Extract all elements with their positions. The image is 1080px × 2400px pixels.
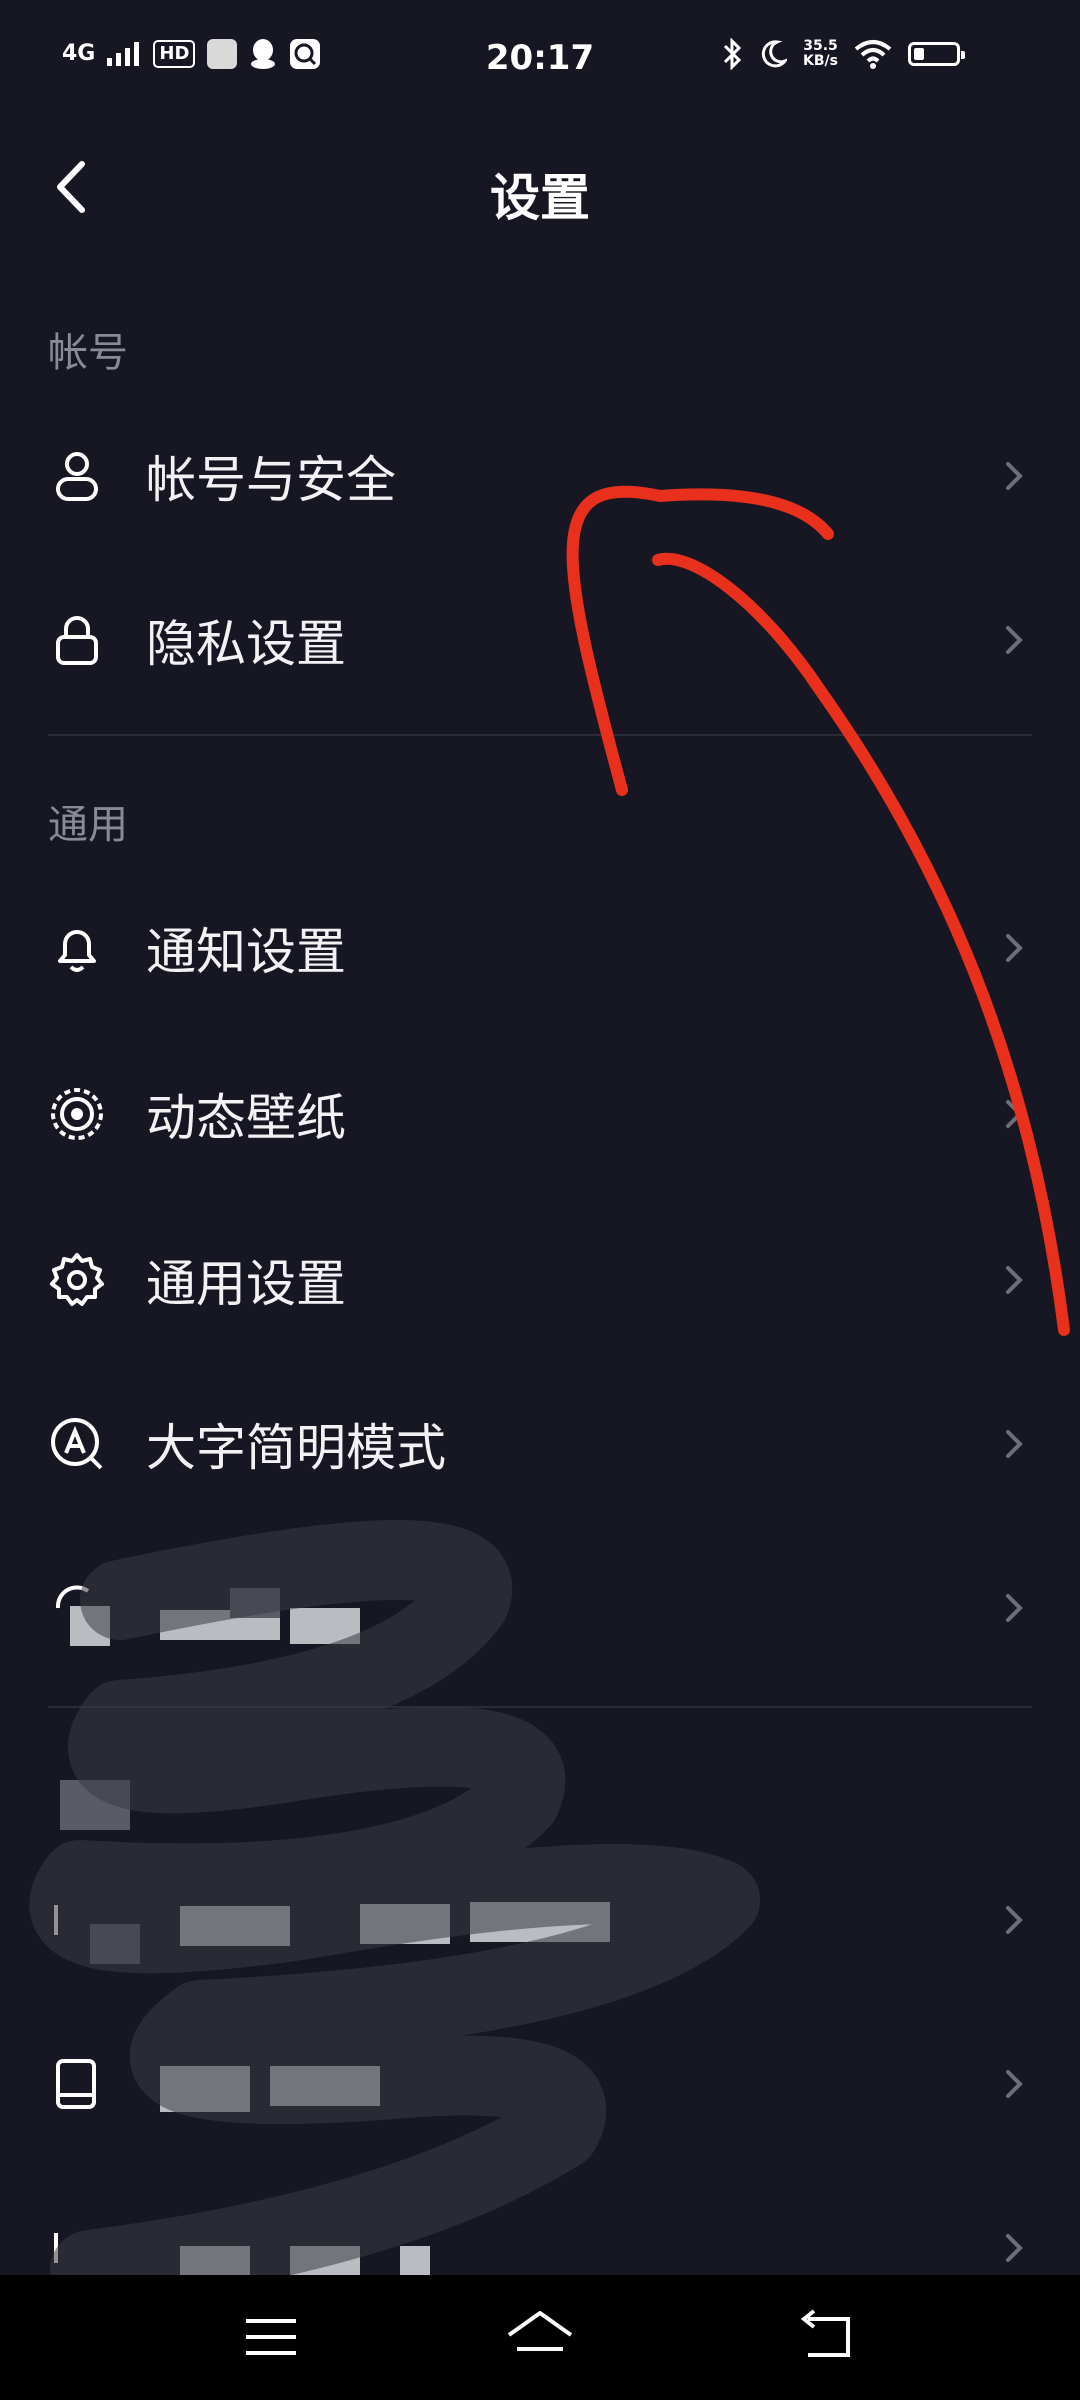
settings-item-label: 通用设置 bbox=[146, 1255, 346, 1313]
settings-item-label: 帐号与安全 bbox=[146, 451, 396, 509]
chevron-right-icon bbox=[1006, 2070, 1023, 2098]
bell-icon bbox=[58, 930, 96, 972]
settings-item-general[interactable]: 通用设置 bbox=[0, 1200, 1080, 1360]
settings-item-live-wallpaper[interactable]: 动态壁纸 bbox=[0, 1034, 1080, 1194]
chevron-right-icon bbox=[1006, 1430, 1023, 1458]
chevron-right-icon bbox=[1006, 462, 1023, 490]
pixelation-block bbox=[400, 2246, 430, 2276]
pixelation-block bbox=[90, 1924, 140, 1964]
chevron-right-icon bbox=[1006, 934, 1023, 962]
chevron-right-icon bbox=[1006, 1594, 1023, 1622]
settings-item-redacted[interactable] bbox=[0, 2004, 1080, 2164]
large-font-icon bbox=[51, 1418, 103, 1470]
chevron-right-icon bbox=[1006, 1100, 1023, 1128]
chevron-right-icon bbox=[1006, 1266, 1023, 1294]
home-button[interactable] bbox=[505, 2305, 575, 2370]
network-speed: 35.5 KB/s bbox=[803, 38, 838, 69]
redacted-icon bbox=[54, 2233, 58, 2263]
settings-item-redacted[interactable] bbox=[0, 1840, 1080, 2000]
back-nav-button[interactable] bbox=[790, 2305, 860, 2370]
section-label-general: 通用 bbox=[48, 802, 128, 848]
battery-level bbox=[914, 48, 924, 60]
wallpaper-icon bbox=[51, 1088, 103, 1140]
pixelation-block bbox=[70, 1606, 110, 1646]
settings-item-label: 隐私设置 bbox=[146, 615, 346, 673]
battery-icon bbox=[908, 42, 965, 66]
status-bar: 4G HD 20:17 35.5 KB/s bbox=[0, 0, 1080, 120]
section-label-account: 帐号 bbox=[48, 330, 128, 376]
pixelation-block bbox=[230, 1588, 280, 1618]
page-title: 设置 bbox=[490, 169, 590, 227]
pixelation-block bbox=[160, 2066, 250, 2112]
settings-item-large-font-mode[interactable]: 大字简明模式 bbox=[0, 1364, 1080, 1524]
settings-item-account-security[interactable]: 帐号与安全 bbox=[0, 396, 1080, 556]
pixelation-block bbox=[290, 1608, 360, 1644]
pixelation-block bbox=[180, 1906, 290, 1946]
menu-button[interactable] bbox=[236, 2305, 306, 2370]
header: 设置 bbox=[0, 130, 1080, 250]
moon-icon bbox=[761, 40, 788, 68]
settings-item-label: 通知设置 bbox=[146, 923, 346, 981]
system-nav-bar bbox=[0, 2275, 1080, 2400]
section-divider bbox=[48, 734, 1032, 736]
chevron-right-icon bbox=[1006, 626, 1023, 654]
settings-item-label: 大字简明模式 bbox=[146, 1419, 446, 1477]
chevron-right-icon bbox=[1006, 2234, 1023, 2262]
redacted-section-label bbox=[60, 1780, 130, 1830]
user-icon bbox=[56, 452, 98, 501]
section-divider bbox=[48, 1706, 1032, 1708]
settings-item-redacted[interactable] bbox=[0, 1528, 1080, 1688]
wifi-icon bbox=[854, 40, 892, 69]
pixelation-block bbox=[470, 1902, 610, 1942]
settings-item-notifications[interactable]: 通知设置 bbox=[0, 868, 1080, 1028]
lock-icon bbox=[56, 616, 98, 665]
gear-icon bbox=[50, 1253, 104, 1306]
pixelation-block bbox=[360, 1904, 450, 1944]
settings-item-label: 动态壁纸 bbox=[146, 1089, 346, 1147]
status-icons-right: 35.5 KB/s bbox=[723, 38, 965, 70]
chevron-right-icon bbox=[1006, 1906, 1023, 1934]
bluetooth-icon bbox=[723, 38, 742, 70]
pixelation-block bbox=[270, 2066, 380, 2106]
settings-item-privacy[interactable]: 隐私设置 bbox=[0, 560, 1080, 720]
book-icon bbox=[56, 2059, 96, 2109]
